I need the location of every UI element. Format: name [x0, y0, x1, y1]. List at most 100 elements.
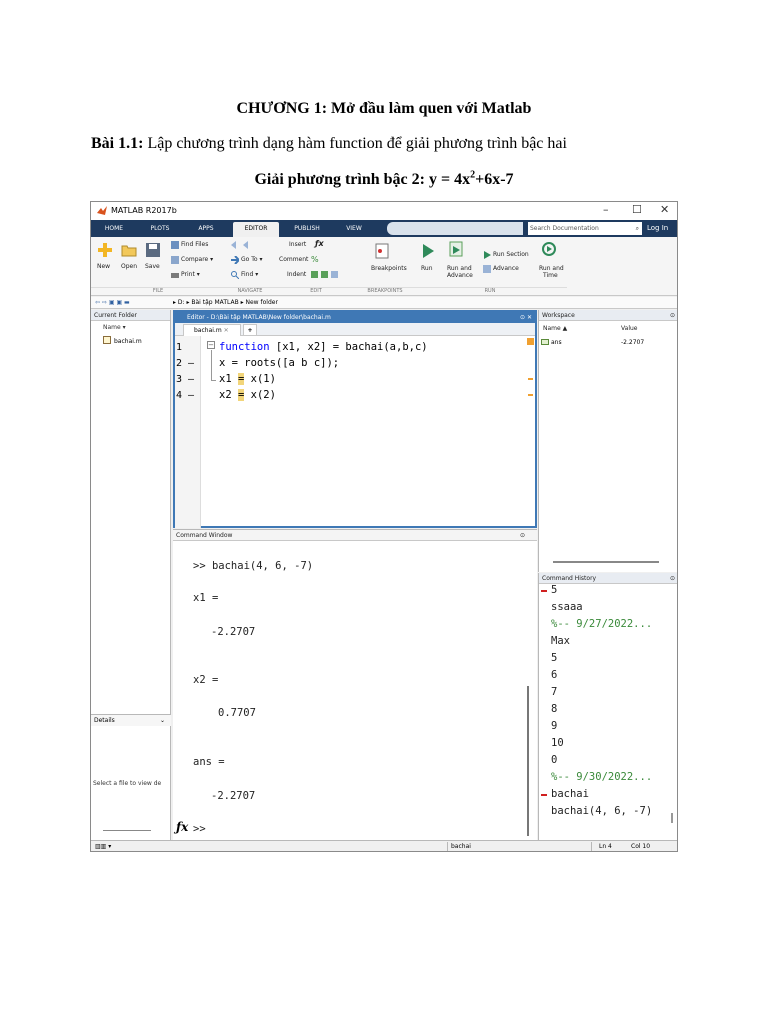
- status-line: Ln 4: [599, 843, 612, 850]
- history-item[interactable]: 10: [551, 737, 564, 749]
- output-line: x2 =: [193, 674, 219, 686]
- history-item[interactable]: bachai: [551, 788, 589, 800]
- run-and-time-button[interactable]: Run and Time: [539, 241, 564, 279]
- output-value: 0.7707: [218, 707, 256, 719]
- panel-menu-icon[interactable]: ⊙: [670, 573, 675, 584]
- advance-button[interactable]: Advance: [483, 265, 519, 275]
- find-files-button[interactable]: Find Files: [171, 241, 208, 251]
- breakpoints-icon: [375, 243, 389, 259]
- run-time-label-2: Time: [543, 272, 558, 279]
- command-prompt[interactable]: >>: [193, 823, 206, 835]
- code-text: x = roots([a b c]);: [219, 357, 340, 369]
- horizontal-scrollbar[interactable]: [553, 561, 659, 563]
- tab-publish[interactable]: PUBLISH: [287, 222, 327, 237]
- history-item[interactable]: bachai(4, 6, -7): [551, 805, 652, 817]
- breakpoints-button[interactable]: Breakpoints: [371, 243, 407, 272]
- find-button[interactable]: Find ▾: [231, 271, 258, 281]
- run-and-advance-button[interactable]: Run and Advance: [447, 241, 473, 279]
- history-item[interactable]: 0: [551, 754, 557, 766]
- status-indicator[interactable]: ▥▥ ▾: [95, 841, 111, 851]
- exercise-text: Lập chương trình dạng hàm function để gi…: [143, 135, 567, 152]
- output-value: -2.2707: [211, 626, 256, 638]
- run-button[interactable]: Run: [421, 243, 435, 272]
- name-column-header[interactable]: Name ▾: [103, 324, 126, 331]
- command-window[interactable]: Command Window ⊙ >> bachai(4, 6, -7) x1 =…: [173, 529, 537, 840]
- code-line-1[interactable]: function [x1, x2] = bachai(a,b,c): [219, 341, 428, 353]
- open-button[interactable]: Open: [121, 242, 137, 270]
- panel-menu-icon[interactable]: ⊙: [670, 310, 675, 321]
- code-line-3[interactable]: x1 = x(1): [219, 373, 276, 385]
- analyzer-status-icon[interactable]: [527, 338, 534, 345]
- history-item[interactable]: 8: [551, 703, 557, 715]
- code-text: x2: [219, 389, 238, 401]
- history-item[interactable]: ssaaa: [551, 601, 583, 613]
- tab-plots[interactable]: PLOTS: [143, 222, 177, 237]
- find-label: Find ▾: [241, 271, 259, 278]
- file-item-label: bachai.m: [114, 338, 142, 345]
- chevron-down-icon[interactable]: ⌄: [160, 715, 165, 727]
- history-item[interactable]: Max: [551, 635, 570, 647]
- run-section-button[interactable]: Run Section: [483, 251, 529, 261]
- save-button[interactable]: Save: [145, 242, 161, 270]
- print-button[interactable]: Print ▾: [171, 271, 200, 281]
- vertical-scrollbar[interactable]: [527, 686, 529, 836]
- compare-label: Compare ▾: [181, 256, 214, 263]
- run-advance-label-2: Advance: [447, 272, 473, 279]
- minimize-button[interactable]: –: [603, 203, 609, 216]
- warning-marker[interactable]: [528, 378, 533, 380]
- history-item[interactable]: 5: [551, 652, 557, 664]
- maximize-button[interactable]: ☐: [632, 203, 642, 216]
- search-documentation-input[interactable]: Search Documentation ⌕: [528, 222, 642, 235]
- line-number: 4 —: [176, 390, 195, 401]
- history-item[interactable]: 5: [551, 584, 557, 596]
- equation-main: Giải phương trình bậc 2: y = 4x: [254, 171, 471, 188]
- warning-marker[interactable]: [528, 394, 533, 396]
- fx-function-browser-icon[interactable]: ƒx: [176, 820, 188, 834]
- breadcrumb[interactable]: ▸ D: ▸ Bài tập MATLAB ▸ New folder: [173, 297, 278, 309]
- navigation-arrows-icon[interactable]: ⇦ ⇨ ▣ ▣ ▬: [95, 297, 130, 309]
- editor-title: Editor - D:\Bài tập MATLAB\New folder\ba…: [187, 314, 331, 321]
- run-time-label-1: Run and: [539, 265, 564, 272]
- workspace-row[interactable]: ans: [541, 339, 562, 346]
- new-tab-plus-icon[interactable]: +: [243, 324, 257, 336]
- history-item[interactable]: 9: [551, 720, 557, 732]
- chapter-title: CHƯƠNG 1: Mở đầu làm quen với Matlab: [236, 100, 532, 117]
- fx-insert-icon[interactable]: ƒx: [315, 239, 324, 248]
- code-line-2[interactable]: x = roots([a b c]);: [219, 357, 339, 369]
- search-icon[interactable]: ⌕: [636, 222, 639, 235]
- login-link[interactable]: Log In: [647, 222, 668, 235]
- breakpoints-label: Breakpoints: [371, 265, 407, 272]
- goto-button[interactable]: Go To ▾: [231, 255, 262, 266]
- session-marker: [541, 794, 547, 796]
- percent-comment-icon[interactable]: %: [311, 255, 319, 264]
- run-label: Run: [421, 265, 433, 272]
- file-item[interactable]: bachai.m: [103, 336, 142, 345]
- tab-home[interactable]: HOME: [97, 222, 131, 237]
- ribbon-tabs: HOME PLOTS APPS EDITOR PUBLISH VIEW Sear…: [91, 220, 677, 237]
- history-item[interactable]: 6: [551, 669, 557, 681]
- editor-tab-bachai[interactable]: bachai.m ✕: [183, 324, 241, 336]
- history-item[interactable]: 7: [551, 686, 557, 698]
- code-fold-icon[interactable]: −: [207, 341, 215, 349]
- run-time-icon: [542, 242, 556, 256]
- new-button[interactable]: New: [97, 242, 113, 270]
- close-button[interactable]: ✕: [660, 203, 669, 216]
- tab-close-icon[interactable]: ✕: [224, 327, 229, 334]
- back-forward-icons[interactable]: [231, 241, 255, 251]
- status-bar: ▥▥ ▾ bachai Ln 4 Col 10: [91, 840, 677, 851]
- code-line-4[interactable]: x2 = x(2): [219, 389, 276, 401]
- tab-editor[interactable]: EDITOR: [233, 222, 279, 237]
- vertical-scrollbar[interactable]: [671, 813, 673, 823]
- path-bar[interactable]: ⇦ ⇨ ▣ ▣ ▬ ▸ D: ▸ Bài tập MATLAB ▸ New fo…: [91, 297, 677, 309]
- details-panel-header[interactable]: Details ⌄: [91, 714, 171, 726]
- panel-menu-icon[interactable]: ⊙: [520, 530, 525, 541]
- editor-close-icon[interactable]: ⊙ ✕: [520, 312, 532, 323]
- ws-value-header[interactable]: Value: [621, 325, 637, 332]
- ws-name-header[interactable]: Name ▲: [543, 325, 567, 332]
- line-number-gutter: 1 2 — 3 — 4 —: [175, 336, 201, 528]
- tab-view[interactable]: VIEW: [337, 222, 371, 237]
- tab-apps[interactable]: APPS: [189, 222, 223, 237]
- quick-access-toolbar[interactable]: [387, 222, 523, 235]
- compare-button[interactable]: Compare ▾: [171, 256, 213, 266]
- horizontal-scrollbar[interactable]: [103, 830, 151, 831]
